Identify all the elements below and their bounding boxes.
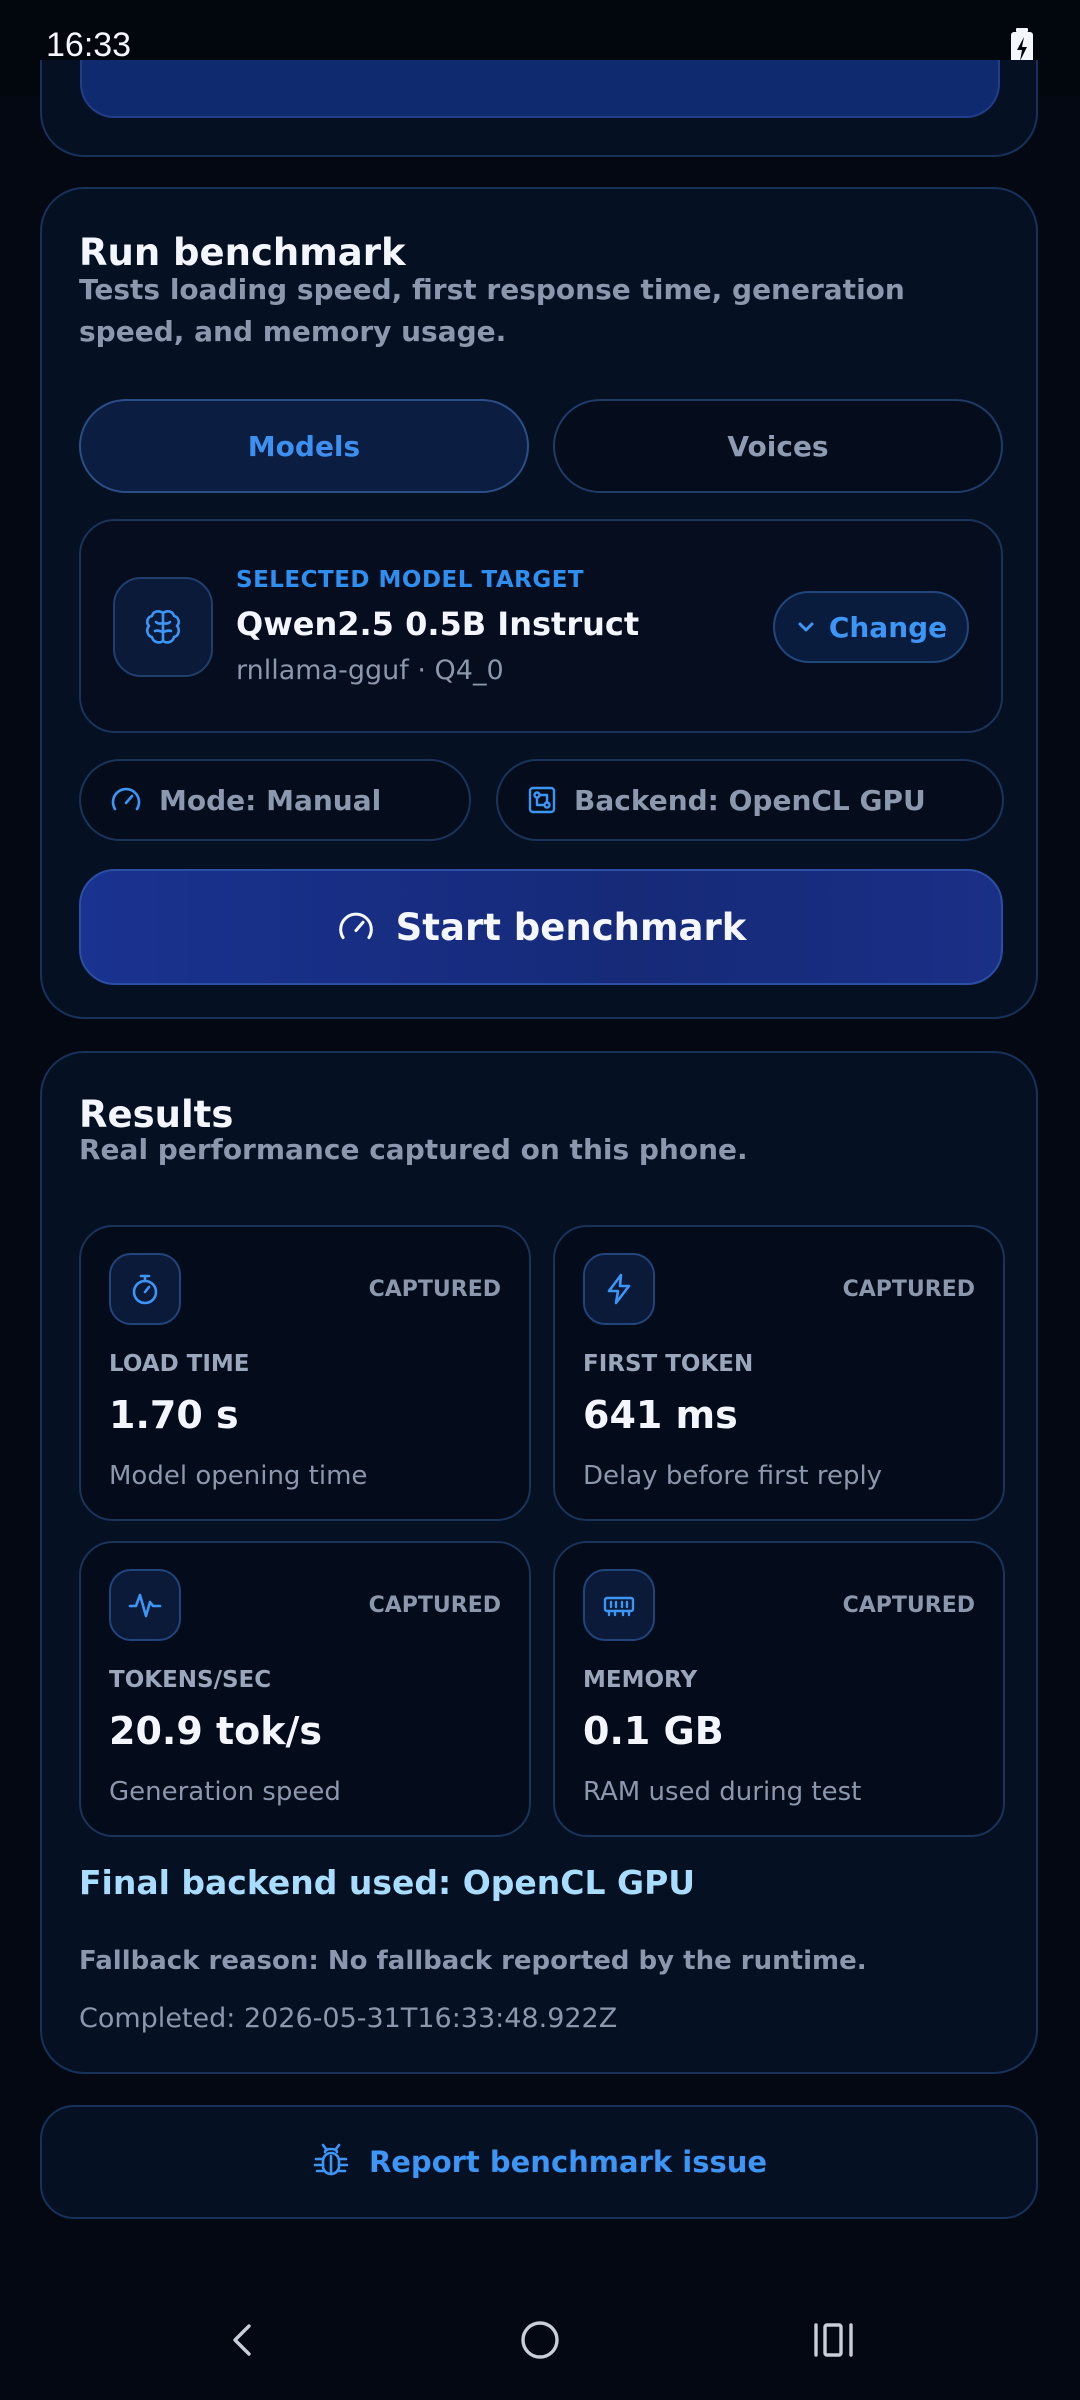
run-benchmark-card: Run benchmark Tests loading speed, first… xyxy=(40,187,1038,1019)
previous-section-card xyxy=(40,60,1038,157)
captured-badge: CAPTURED xyxy=(368,1277,501,1302)
mode-label: Mode: Manual xyxy=(159,783,382,817)
recents-icon xyxy=(814,2323,853,2357)
home-icon xyxy=(521,2321,559,2359)
captured-badge: CAPTURED xyxy=(842,1593,975,1618)
results-card: Results Real performance captured on thi… xyxy=(40,1051,1038,2074)
metric-label: FIRST TOKEN xyxy=(583,1351,754,1377)
metric-icon-box xyxy=(583,1253,655,1325)
backend-label: Backend: OpenCL GPU xyxy=(574,783,926,817)
nav-home-button[interactable] xyxy=(510,2310,570,2370)
run-benchmark-title: Run benchmark xyxy=(79,231,406,274)
nav-recents-button[interactable] xyxy=(804,2310,864,2370)
results-subtitle: Real performance captured on this phone. xyxy=(79,1133,748,1166)
model-meta: rnllama-gguf · Q4_0 xyxy=(236,655,504,686)
metric-card-memory: CAPTURED MEMORY 0.1 GB RAM used during t… xyxy=(553,1541,1005,1837)
tab-models[interactable]: Models xyxy=(79,399,529,493)
metric-label: LOAD TIME xyxy=(109,1351,250,1377)
pulse-icon xyxy=(128,1593,162,1618)
chevron-down-icon xyxy=(798,622,814,632)
lightning-icon xyxy=(607,1273,631,1305)
metric-icon-box xyxy=(109,1569,181,1641)
system-navigation-bar xyxy=(0,2280,1080,2400)
chip-icon xyxy=(528,786,556,814)
memory-icon xyxy=(603,1596,635,1617)
metric-label: MEMORY xyxy=(583,1667,698,1693)
fallback-reason-text: Fallback reason: No fallback reported by… xyxy=(79,1946,867,1976)
previous-section-button[interactable] xyxy=(80,60,1000,118)
metric-value: 0.1 GB xyxy=(583,1709,724,1753)
start-benchmark-label: Start benchmark xyxy=(395,905,747,949)
final-backend-text: Final backend used: OpenCL GPU xyxy=(79,1863,696,1902)
mode-selector[interactable]: Mode: Manual xyxy=(79,759,471,841)
gauge-icon xyxy=(338,912,373,940)
change-model-button[interactable]: Change xyxy=(773,591,969,663)
metric-description: Delay before first reply xyxy=(583,1461,883,1491)
brain-icon xyxy=(146,610,180,644)
captured-badge: CAPTURED xyxy=(368,1593,501,1618)
model-kicker: SELECTED MODEL TARGET xyxy=(236,567,585,593)
metric-card-load-time: CAPTURED LOAD TIME 1.70 s Model opening … xyxy=(79,1225,531,1521)
metric-description: RAM used during test xyxy=(583,1777,862,1807)
report-benchmark-issue-button[interactable]: Report benchmark issue xyxy=(40,2105,1038,2219)
tab-voices[interactable]: Voices xyxy=(553,399,1003,493)
bug-icon xyxy=(313,2143,349,2176)
metric-description: Generation speed xyxy=(109,1777,341,1807)
gauge-icon xyxy=(111,787,141,811)
metric-icon-box xyxy=(583,1569,655,1641)
model-icon-box xyxy=(113,577,213,677)
metric-label: TOKENS/SEC xyxy=(109,1667,272,1693)
start-benchmark-button[interactable]: Start benchmark xyxy=(79,869,1003,985)
report-label: Report benchmark issue xyxy=(368,2145,768,2179)
metric-description: Model opening time xyxy=(109,1461,368,1491)
nav-back-button[interactable] xyxy=(213,2310,273,2370)
metric-value: 20.9 tok/s xyxy=(109,1709,323,1753)
metric-value: 641 ms xyxy=(583,1393,738,1437)
back-icon xyxy=(233,2324,251,2356)
change-button-label: Change xyxy=(828,610,948,644)
metric-icon-box xyxy=(109,1253,181,1325)
metric-card-tokens-per-sec: CAPTURED TOKENS/SEC 20.9 tok/s Generatio… xyxy=(79,1541,531,1837)
metric-value: 1.70 s xyxy=(109,1393,239,1437)
backend-selector[interactable]: Backend: OpenCL GPU xyxy=(496,759,1004,841)
model-name: Qwen2.5 0.5B Instruct xyxy=(236,605,640,643)
stopwatch-icon xyxy=(132,1274,158,1305)
captured-badge: CAPTURED xyxy=(842,1277,975,1302)
selected-model-box: SELECTED MODEL TARGET Qwen2.5 0.5B Instr… xyxy=(79,519,1003,733)
run-benchmark-subtitle: Tests loading speed, first response time… xyxy=(79,273,905,348)
metric-card-first-token: CAPTURED FIRST TOKEN 641 ms Delay before… xyxy=(553,1225,1005,1521)
completed-timestamp: Completed: 2026-05-31T16:33:48.922Z xyxy=(79,2003,618,2034)
